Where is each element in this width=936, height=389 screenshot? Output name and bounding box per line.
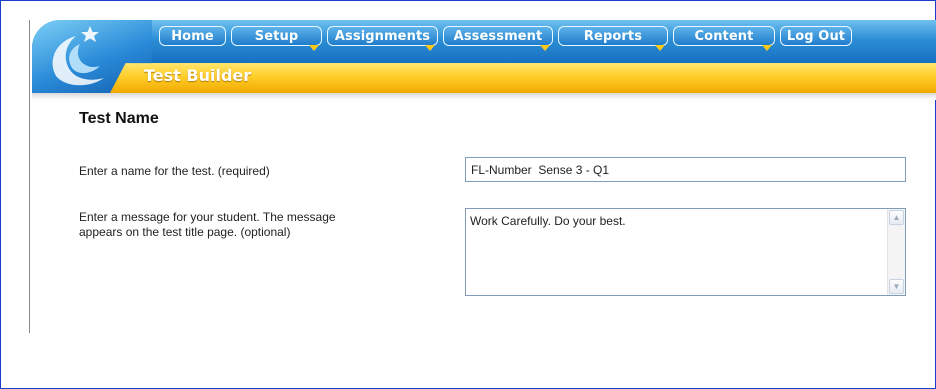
textarea-scrollbar[interactable]: ▲ ▼	[887, 209, 905, 295]
scroll-up-arrow-icon[interactable]: ▲	[889, 210, 904, 225]
nav-setup-label: Setup	[254, 29, 299, 44]
nav-content-label: Content	[694, 29, 754, 44]
nav-assignments-button[interactable]: Assignments	[327, 26, 438, 51]
nav-logout-label: Log Out	[786, 29, 846, 44]
message-label: Enter a message for your student. The me…	[79, 210, 336, 240]
dropdown-caret-icon	[762, 45, 772, 51]
nav-reports-button[interactable]: Reports	[558, 26, 668, 51]
header-shadow	[32, 93, 936, 100]
dropdown-caret-icon	[540, 45, 550, 51]
section-title: Test Name	[79, 110, 159, 127]
test-name-label: Enter a name for the test. (required)	[79, 164, 270, 178]
nav-home-button[interactable]: Home	[159, 26, 226, 46]
message-label-line-2: appears on the test title page. (optiona…	[79, 225, 291, 239]
dropdown-caret-icon	[425, 45, 435, 51]
main-nav: Home Setup Assignments Assessment Report…	[159, 26, 852, 51]
nav-assessment-label: Assessment	[453, 29, 543, 44]
nav-logout-button[interactable]: Log Out	[780, 26, 852, 46]
nav-reports-label: Reports	[583, 29, 643, 44]
message-label-line-1: Enter a message for your student. The me…	[79, 210, 336, 224]
test-name-input[interactable]	[465, 157, 906, 182]
left-divider	[29, 20, 30, 333]
nav-assignments-label: Assignments	[334, 29, 431, 44]
student-message-textarea[interactable]: Work Carefully. Do your best. ▲ ▼	[465, 208, 906, 296]
dropdown-caret-icon	[309, 45, 319, 51]
nav-assessment-button[interactable]: Assessment	[443, 26, 553, 51]
scroll-down-arrow-icon[interactable]: ▼	[889, 279, 904, 294]
student-message-text: Work Carefully. Do your best.	[470, 214, 626, 228]
page-title: Test Builder	[144, 66, 252, 85]
nav-home-label: Home	[171, 29, 214, 44]
star-swoosh-logo-icon	[52, 26, 104, 86]
app-header: Home Setup Assignments Assessment Report…	[32, 20, 936, 100]
dropdown-caret-icon	[655, 45, 665, 51]
nav-content-button[interactable]: Content	[673, 26, 775, 51]
nav-setup-button[interactable]: Setup	[231, 26, 322, 51]
